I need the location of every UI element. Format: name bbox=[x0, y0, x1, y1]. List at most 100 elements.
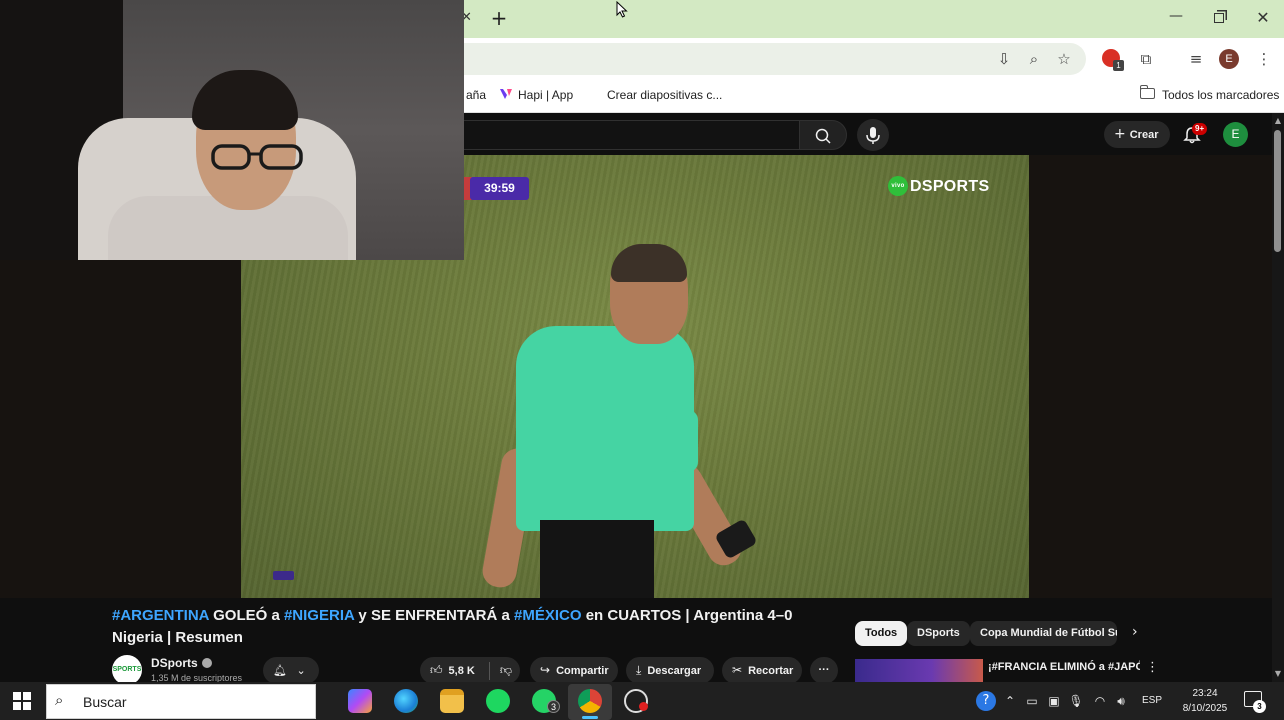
chip-copa-mundial[interactable]: Copa Mundial de Fútbol Sub- bbox=[970, 621, 1117, 646]
bell-icon: 🔔︎ bbox=[273, 664, 287, 677]
clip-label: Recortar bbox=[748, 665, 794, 677]
youtube-account-avatar[interactable]: E bbox=[1223, 122, 1248, 147]
divider bbox=[488, 662, 490, 681]
verified-check-icon bbox=[201, 658, 212, 668]
share-icon: ↪ bbox=[540, 663, 551, 677]
thumbs-up-icon: 👍︎ bbox=[430, 663, 443, 677]
microphone-icon[interactable]: 🎙︎ bbox=[1068, 693, 1084, 709]
camera-icon[interactable]: ▣ bbox=[1046, 693, 1062, 709]
title-text: GOLEÓ a bbox=[208, 607, 284, 624]
voice-search-button[interactable] bbox=[857, 119, 889, 151]
extensions-puzzle-icon[interactable]: ⧉ bbox=[1136, 49, 1156, 69]
battery-icon[interactable]: ▭ bbox=[1024, 693, 1040, 709]
clip-button[interactable]: ✂ Recortar bbox=[722, 657, 802, 684]
hashtag-link[interactable]: #NIGERIA bbox=[284, 607, 354, 624]
video-title: #ARGENTINA GOLEÓ a #NIGERIA y SE ENFRENT… bbox=[112, 605, 832, 649]
live-tag: vivo bbox=[888, 176, 908, 196]
recommended-video-title[interactable]: ¡#FRANCIA ELIMINÓ a #JAPÓN con un PENAL … bbox=[988, 660, 1140, 682]
recording-indicator bbox=[639, 702, 648, 711]
install-app-icon[interactable]: ⇩ bbox=[994, 49, 1014, 69]
notification-count-badge: 9+ bbox=[1192, 123, 1208, 135]
youtube-search-button[interactable] bbox=[799, 120, 847, 150]
windows-start-button[interactable] bbox=[13, 692, 31, 710]
like-dislike-button[interactable]: 👍︎ 5,8 K 👎︎ bbox=[420, 657, 520, 684]
all-bookmarks-link[interactable]: Todos los marcadores bbox=[1162, 86, 1279, 104]
close-window-button[interactable]: ✕ bbox=[1248, 6, 1278, 30]
referee-sleeve bbox=[666, 410, 698, 472]
scrollbar-thumb[interactable] bbox=[1274, 130, 1281, 252]
channel-avatar[interactable]: SPORTS bbox=[112, 655, 142, 685]
new-tab-button[interactable]: + bbox=[488, 7, 510, 29]
more-horizontal-icon: ··· bbox=[818, 664, 830, 676]
share-label: Compartir bbox=[556, 665, 609, 677]
bookmark-star-icon[interactable]: ☆ bbox=[1054, 49, 1074, 69]
clock-date: 8/10/2025 bbox=[1182, 703, 1228, 714]
bookmark-item[interactable]: aña bbox=[466, 86, 486, 104]
taskbar-search-placeholder: Buscar bbox=[83, 694, 127, 710]
thumbs-down-icon[interactable]: 👎︎ bbox=[500, 663, 512, 677]
referee-hair bbox=[611, 244, 687, 282]
browser-menu-icon[interactable]: ⋮ bbox=[1254, 49, 1274, 69]
chip-dsports[interactable]: DSports bbox=[907, 621, 970, 646]
input-language[interactable]: ESP bbox=[1142, 695, 1162, 706]
chevron-up-icon[interactable]: ⌃ bbox=[1002, 693, 1018, 709]
glasses-icon bbox=[211, 144, 303, 170]
download-label: Descargar bbox=[647, 665, 702, 677]
chevron-down-icon: ⌄ bbox=[296, 664, 306, 677]
youtube-search-input[interactable] bbox=[464, 120, 800, 150]
chip-all[interactable]: Todos bbox=[855, 621, 908, 646]
minimize-button[interactable]: — bbox=[1161, 6, 1191, 30]
create-button[interactable]: + Crear bbox=[1104, 121, 1170, 148]
media-control-icon[interactable]: ≡ bbox=[1186, 49, 1206, 69]
chrome-icon bbox=[578, 689, 602, 713]
extension-badge: 1 bbox=[1113, 60, 1124, 71]
match-timer: 39:59 bbox=[470, 177, 529, 200]
hapi-logo-icon bbox=[500, 89, 512, 99]
bookmark-item[interactable]: Hapi | App bbox=[518, 86, 573, 104]
wifi-icon[interactable]: ◠ bbox=[1092, 693, 1108, 709]
plus-icon: + bbox=[1114, 126, 1126, 142]
search-icon: ⌕ bbox=[55, 691, 64, 709]
webcam-overlay bbox=[0, 0, 464, 260]
scroll-up-arrow[interactable]: ▲ bbox=[1274, 117, 1282, 125]
bookmarks-bar bbox=[464, 80, 1284, 113]
screen: ✕ + — ✕ ⇩ ⌕ ☆ 1 ⧉ ≡ E ⋮ aña Hapi | App C… bbox=[0, 0, 1284, 720]
edge-browser-icon[interactable] bbox=[394, 689, 418, 713]
active-app-indicator bbox=[582, 716, 598, 719]
search-icon bbox=[815, 128, 831, 144]
more-actions-button[interactable]: ··· bbox=[810, 657, 838, 684]
title-text: y SE ENFRENTARÁ a bbox=[354, 607, 515, 624]
copilot-icon[interactable] bbox=[348, 689, 372, 713]
referee-shorts bbox=[540, 520, 654, 598]
extension-icon[interactable]: 1 bbox=[1102, 49, 1124, 71]
video-overlay-marker bbox=[273, 571, 294, 580]
bookmark-item[interactable]: Crear diapositivas c... bbox=[607, 86, 722, 104]
scissors-icon: ✂ bbox=[732, 663, 743, 677]
scroll-down-arrow[interactable]: ▼ bbox=[1274, 670, 1282, 678]
system-clock[interactable]: 23:24 8/10/2025 bbox=[1180, 686, 1230, 716]
recommended-video-thumbnail[interactable] bbox=[855, 659, 983, 682]
share-button[interactable]: ↪ Compartir bbox=[530, 657, 618, 684]
restore-button[interactable] bbox=[1204, 6, 1234, 30]
microphone-icon bbox=[866, 127, 880, 144]
address-bar[interactable] bbox=[464, 43, 1086, 75]
notification-center-badge: 3 bbox=[1253, 700, 1266, 713]
download-button[interactable]: ⤓ Descargar bbox=[626, 657, 714, 684]
clock-time: 23:24 bbox=[1192, 688, 1218, 699]
help-icon[interactable]: ? bbox=[976, 691, 996, 711]
file-explorer-icon[interactable] bbox=[440, 689, 464, 713]
hashtag-link[interactable]: #ARGENTINA bbox=[112, 607, 209, 624]
browser-profile-avatar[interactable]: E bbox=[1219, 49, 1239, 69]
hashtag-link[interactable]: #MÉXICO bbox=[514, 607, 582, 624]
channel-name[interactable]: DSports bbox=[151, 656, 212, 670]
whatsapp-badge: 3 bbox=[547, 700, 560, 713]
like-count: 5,8 K bbox=[448, 665, 475, 677]
subscription-bell-button[interactable]: 🔔︎ ⌄ bbox=[263, 657, 319, 684]
volume-icon[interactable]: 🔊︎ bbox=[1113, 693, 1129, 709]
spotify-icon[interactable] bbox=[486, 689, 510, 713]
channel-name-text: DSports bbox=[151, 656, 198, 670]
more-vertical-icon[interactable]: ⋮ bbox=[1146, 660, 1159, 675]
zoom-icon[interactable]: ⌕ bbox=[1024, 49, 1044, 69]
download-icon: ⤓ bbox=[636, 663, 642, 677]
chevron-right-icon[interactable]: › bbox=[1132, 624, 1138, 640]
